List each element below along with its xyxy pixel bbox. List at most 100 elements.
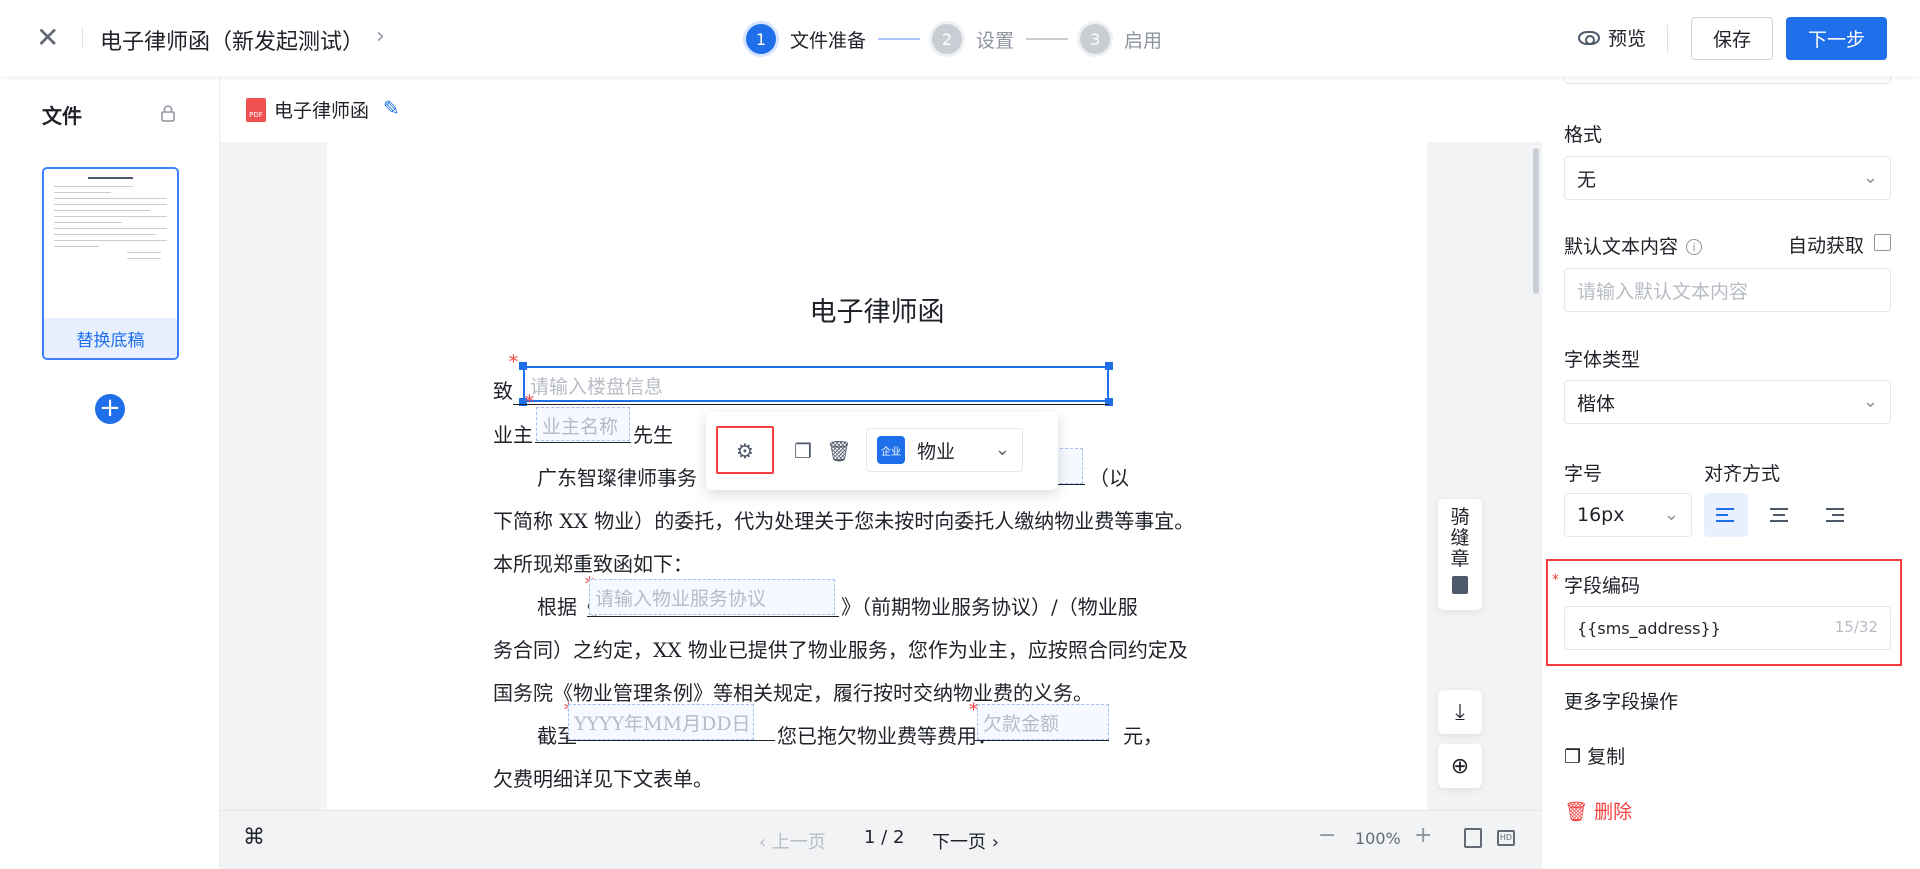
scrollbar[interactable] [1533, 148, 1539, 294]
doc-text: 先生 [633, 423, 673, 447]
company-badge-icon: 企业 [877, 436, 905, 464]
default-text-label-text: 默认文本内容 [1564, 236, 1679, 258]
underline [513, 404, 1109, 405]
resize-handle[interactable] [519, 362, 527, 370]
next-step-button[interactable]: 下一步 [1786, 17, 1887, 60]
step-3-label[interactable]: 启用 [1124, 26, 1162, 53]
save-button[interactable]: 保存 [1691, 17, 1773, 60]
prev-page-button[interactable]: ‹ 上一页 [759, 828, 826, 854]
font-size-select[interactable]: 16px ⌄ [1564, 493, 1692, 537]
zoom-out-button[interactable]: − [1318, 823, 1336, 848]
more-ops-label: 更多字段操作 [1564, 691, 1679, 713]
doc-text: 下简称 XX 物业）的委托，代为处理关于您未按时向委托人缴纳物业费等事宜。 [493, 509, 1195, 533]
document-editor: PDF 电子律师函 ✎ 电子律师函 * 致 请输入楼盘信息 * 业主 业主名称 … [220, 76, 1542, 869]
font-size-value: 16px [1577, 504, 1625, 526]
format-value: 无 [1577, 168, 1597, 191]
command-icon[interactable]: ⌘ [243, 825, 265, 850]
document-title: 电子律师函 [809, 297, 945, 328]
step-1-number: 1 [746, 24, 776, 54]
font-type-label: 字体类型 [1564, 349, 1641, 371]
format-label: 格式 [1564, 124, 1603, 146]
doc-text: 欠费明细详见下文表单。 [493, 767, 713, 791]
chevron-down-icon: ⌄ [994, 439, 1010, 460]
zoom-in-button[interactable]: + [1414, 823, 1432, 848]
duplicate-icon[interactable]: ❐ [786, 434, 820, 468]
stamp-icon [1452, 576, 1468, 594]
preview-button[interactable]: 预览 [1578, 24, 1646, 51]
document-thumbnail[interactable]: 替换底稿 [42, 167, 179, 360]
copy-button[interactable]: ❐ 复制 [1564, 742, 1625, 769]
add-file-button[interactable]: + [95, 394, 125, 424]
font-type-select[interactable]: 楷体 ⌄ [1564, 380, 1891, 424]
signer-select[interactable]: 企业 物业 ⌄ [866, 428, 1023, 472]
locate-icon[interactable]: ⊕ [1438, 744, 1482, 788]
divider [82, 27, 83, 49]
doc-text: 致 [493, 379, 513, 403]
owner-name-field[interactable]: 业主名称 [536, 407, 630, 441]
format-select[interactable]: 无 ⌄ [1564, 156, 1891, 200]
info-icon[interactable]: i [1686, 239, 1703, 255]
default-text-label: 默认文本内容 i [1564, 232, 1703, 259]
doc-text: 》（前期物业服务协议）/（物业服 [841, 595, 1138, 619]
edit-pencil-icon[interactable]: ✎ [383, 96, 400, 120]
font-size-label: 字号 [1564, 463, 1603, 485]
date-field[interactable]: YYYY年MM月DD日 [568, 704, 754, 740]
required-mark: * [509, 352, 518, 373]
doc-text: 广东智璨律师事务 [537, 466, 697, 490]
thumbnail-preview [54, 177, 167, 317]
doc-text: 国务院《物业管理条例》等相关规定，履行按时交纳物业费的义务。 [493, 681, 1093, 705]
delete-label: 删除 [1594, 801, 1633, 823]
chevron-down-icon: ⌄ [1663, 504, 1679, 525]
step-1-label[interactable]: 文件准备 [790, 26, 866, 53]
amount-field[interactable]: 欠款金额 [977, 704, 1109, 740]
default-text-placeholder: 请输入默认文本内容 [1577, 280, 1749, 303]
auto-fetch-label: 自动获取 [1788, 235, 1865, 257]
underline [567, 740, 775, 741]
align-left-icon[interactable] [1704, 493, 1748, 537]
file-name-bar: PDF 电子律师函 ✎ [220, 76, 1542, 142]
align-right-icon[interactable] [1814, 493, 1858, 537]
field-code-value: {{sms_address}} [1577, 618, 1721, 638]
chevron-right-icon[interactable]: › [376, 24, 385, 49]
service-agreement-field[interactable]: 请输入物业服务协议 [589, 579, 835, 615]
fit-page-icon[interactable] [1464, 828, 1482, 848]
seam-seal-button[interactable]: 骑缝章 [1438, 499, 1482, 610]
align-label: 对齐方式 [1704, 463, 1781, 485]
preview-label: 预览 [1608, 28, 1647, 50]
trash-icon[interactable]: 🗑 [822, 434, 856, 468]
step-2-label[interactable]: 设置 [976, 26, 1014, 53]
seam-seal-label: 骑缝章 [1450, 506, 1470, 570]
required-mark: * [525, 392, 534, 413]
font-type-value: 楷体 [1577, 392, 1616, 415]
settings-gear-icon[interactable]: ⚙ [728, 434, 762, 468]
auto-fetch-checkbox[interactable] [1874, 234, 1891, 251]
doc-text: 本所现郑重致函如下： [493, 552, 693, 576]
sidebar-title: 文件 [42, 104, 82, 128]
field-code-label: 字段编码 [1564, 575, 1641, 597]
replace-draft-button[interactable]: 替换底稿 [44, 318, 177, 358]
char-count: 15/32 [1834, 618, 1878, 636]
close-icon[interactable]: ✕ [36, 24, 59, 52]
resize-handle[interactable] [1105, 362, 1113, 370]
underline [535, 442, 631, 443]
stepper: 1 文件准备 2 设置 3 启用 [746, 24, 1162, 54]
pagination-bar: ⌘ ‹ 上一页 1 / 2 下一页 › − 100% + HD [220, 810, 1542, 869]
download-icon[interactable]: ⤓ [1438, 690, 1482, 734]
top-bar: ✕ 电子律师函（新发起测试） › 1 文件准备 2 设置 3 启用 预览 保存 … [0, 0, 1920, 76]
signer-label: 物业 [917, 440, 956, 463]
properties-panel: 格式 无 ⌄ 默认文本内容 i 自动获取 请输入默认文本内容 字体类型 楷体 ⌄ … [1542, 52, 1920, 869]
doc-text: 业主 [493, 423, 533, 447]
default-text-input[interactable]: 请输入默认文本内容 [1564, 268, 1891, 312]
delete-button[interactable]: 🗑 删除 [1564, 797, 1632, 824]
building-info-field[interactable]: 请输入楼盘信息 [523, 366, 1109, 402]
doc-text: （以 [1089, 466, 1129, 490]
field-code-input[interactable]: {{sms_address}} 15/32 [1564, 606, 1891, 650]
lock-icon[interactable] [159, 104, 177, 122]
underline [587, 616, 839, 617]
file-name: 电子律师函 [274, 100, 370, 122]
align-center-icon[interactable] [1758, 493, 1802, 537]
chevron-down-icon: ⌄ [1862, 391, 1878, 412]
file-sidebar: 文件 替换底稿 + [0, 76, 220, 869]
hd-icon[interactable]: HD [1497, 830, 1515, 846]
next-page-button[interactable]: 下一页 › [932, 828, 999, 854]
